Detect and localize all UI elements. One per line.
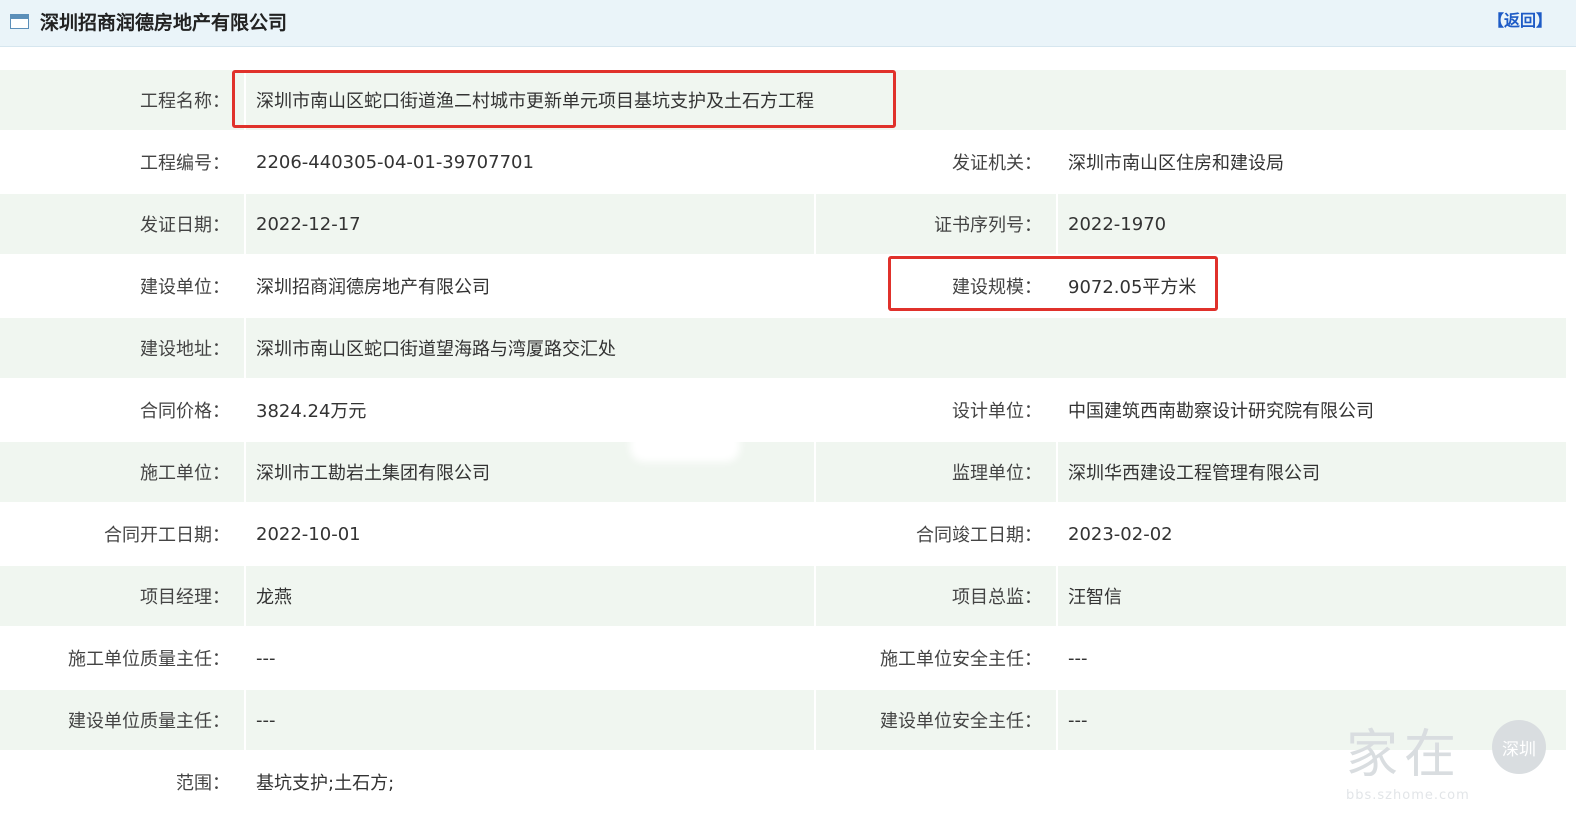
field-label: 合同竣工日期： xyxy=(816,504,1058,566)
table-row: 合同价格： 3824.24万元 设计单位： 中国建筑西南勘察设计研究院有限公司 xyxy=(0,380,1566,442)
field-label: 建设地址： xyxy=(0,318,246,380)
field-label: 发证机关： xyxy=(816,132,1058,194)
page-title: 深圳招商润德房地产有限公司 xyxy=(40,12,288,34)
field-value: 2022-1970 xyxy=(1058,194,1566,256)
field-value: 深圳招商润德房地产有限公司 xyxy=(246,256,816,318)
field-value: --- xyxy=(246,628,816,690)
field-label: 合同开工日期： xyxy=(0,504,246,566)
field-value: --- xyxy=(1058,690,1566,752)
field-value: 深圳市南山区蛇口街道望海路与湾厦路交汇处 xyxy=(246,318,1566,380)
field-label: 设计单位： xyxy=(816,380,1058,442)
field-value: 深圳华西建设工程管理有限公司 xyxy=(1058,442,1566,504)
field-label: 施工单位安全主任： xyxy=(816,628,1058,690)
field-value: 深圳市南山区蛇口街道渔二村城市更新单元项目基坑支护及土石方工程 xyxy=(246,70,1566,132)
field-label: 项目总监： xyxy=(816,566,1058,628)
field-value: 深圳市南山区住房和建设局 xyxy=(1058,132,1566,194)
field-value: 龙燕 xyxy=(246,566,816,628)
field-label: 证书序列号： xyxy=(816,194,1058,256)
field-label: 建设单位质量主任： xyxy=(0,690,246,752)
field-label: 施工单位： xyxy=(0,442,246,504)
field-value: 汪智信 xyxy=(1058,566,1566,628)
table-row: 合同开工日期： 2022-10-01 合同竣工日期： 2023-02-02 xyxy=(0,504,1566,566)
table-row: 发证日期： 2022-12-17 证书序列号： 2022-1970 xyxy=(0,194,1566,256)
field-label: 发证日期： xyxy=(0,194,246,256)
blur-smudge xyxy=(630,428,740,462)
table-row: 建设单位质量主任： --- 建设单位安全主任： --- xyxy=(0,690,1566,752)
page-header: 深圳招商润德房地产有限公司 【返回】 xyxy=(0,0,1576,47)
field-label: 范围： xyxy=(0,752,246,814)
field-label: 建设单位： xyxy=(0,256,246,318)
field-value: --- xyxy=(246,690,816,752)
table-row: 施工单位质量主任： --- 施工单位安全主任： --- xyxy=(0,628,1566,690)
field-label: 项目经理： xyxy=(0,566,246,628)
field-label: 建设单位安全主任： xyxy=(816,690,1058,752)
field-value: 9072.05平方米 xyxy=(1058,256,1566,318)
field-value: 基坑支护;土石方; xyxy=(246,752,1566,814)
table-row: 工程编号： 2206-440305-04-01-39707701 发证机关： 深… xyxy=(0,132,1566,194)
field-value: 2022-10-01 xyxy=(246,504,816,566)
detail-table: 工程名称： 深圳市南山区蛇口街道渔二村城市更新单元项目基坑支护及土石方工程 工程… xyxy=(0,70,1566,814)
window-icon xyxy=(10,14,29,29)
table-row: 工程名称： 深圳市南山区蛇口街道渔二村城市更新单元项目基坑支护及土石方工程 xyxy=(0,70,1566,132)
field-label: 监理单位： xyxy=(816,442,1058,504)
table-row: 建设单位： 深圳招商润德房地产有限公司 建设规模： 9072.05平方米 xyxy=(0,256,1566,318)
field-label: 工程名称： xyxy=(0,70,246,132)
back-link[interactable]: 【返回】 xyxy=(1488,9,1552,33)
field-label: 施工单位质量主任： xyxy=(0,628,246,690)
table-row: 项目经理： 龙燕 项目总监： 汪智信 xyxy=(0,566,1566,628)
field-label: 工程编号： xyxy=(0,132,246,194)
field-value: 2022-12-17 xyxy=(246,194,816,256)
field-label: 合同价格： xyxy=(0,380,246,442)
field-value: 中国建筑西南勘察设计研究院有限公司 xyxy=(1058,380,1566,442)
field-value: --- xyxy=(1058,628,1566,690)
table-row: 范围： 基坑支护;土石方; xyxy=(0,752,1566,814)
table-row: 施工单位： 深圳市工勘岩土集团有限公司 监理单位： 深圳华西建设工程管理有限公司 xyxy=(0,442,1566,504)
field-label: 建设规模： xyxy=(816,256,1058,318)
field-value: 2023-02-02 xyxy=(1058,504,1566,566)
table-row: 建设地址： 深圳市南山区蛇口街道望海路与湾厦路交汇处 xyxy=(0,318,1566,380)
field-value: 2206-440305-04-01-39707701 xyxy=(246,132,816,194)
